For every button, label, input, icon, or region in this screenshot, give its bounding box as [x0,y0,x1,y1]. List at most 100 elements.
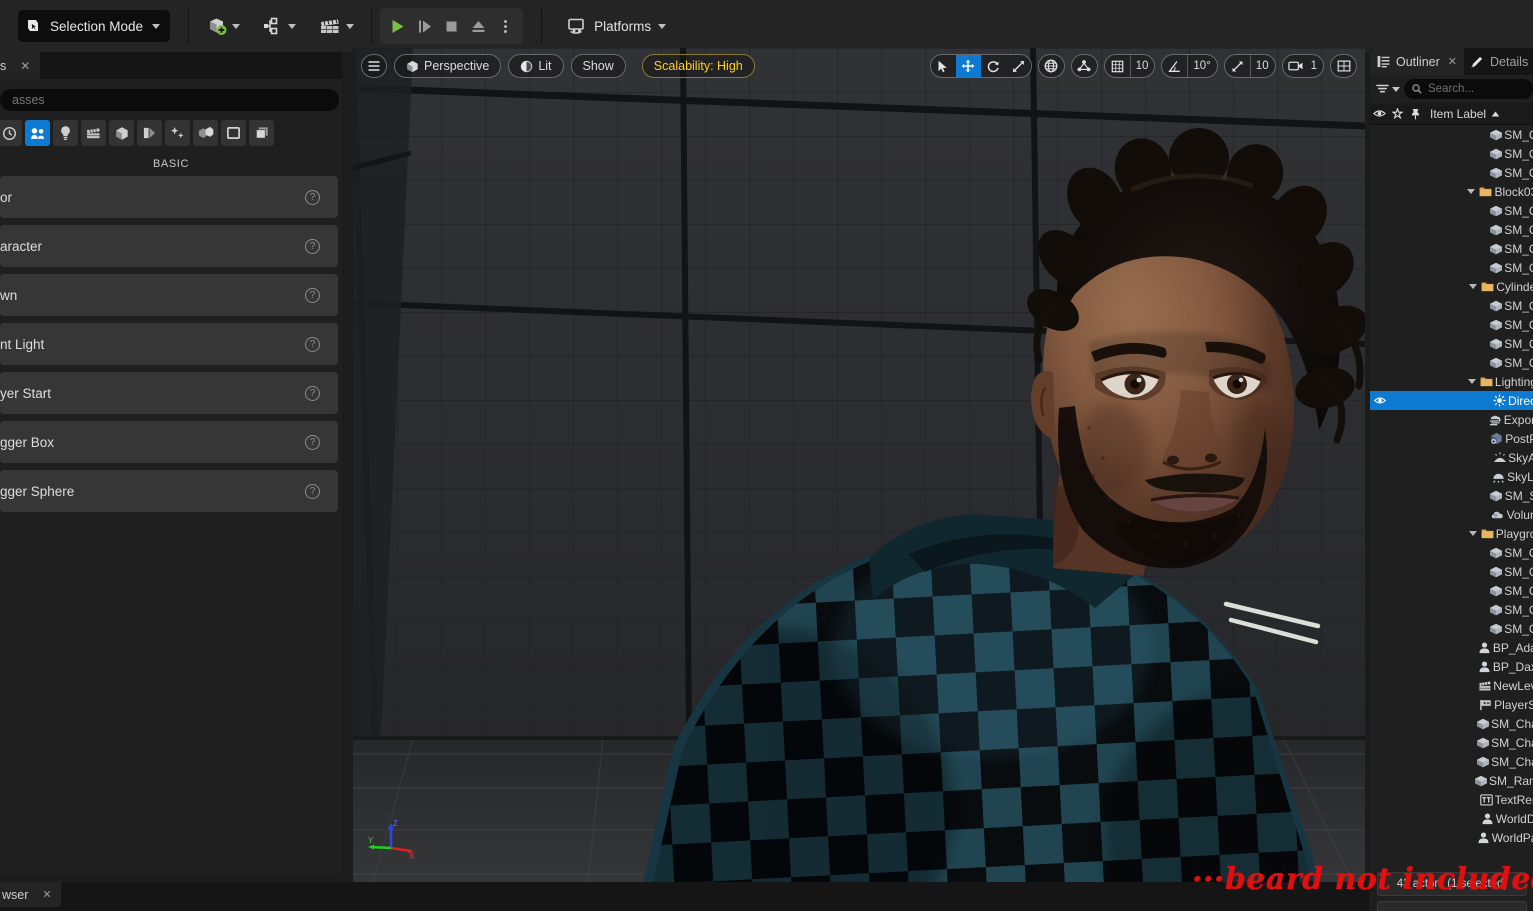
outliner-actor-row[interactable]: SM_C [1370,296,1533,315]
play-button[interactable] [384,11,411,41]
level-viewport[interactable]: Perspective Lit Show Scalability: High [353,48,1365,882]
outliner-actor-row[interactable]: BP_Dax [1370,657,1533,676]
expand-collapse-triangle-icon[interactable] [1469,284,1477,289]
surface-snapping-button[interactable] [1072,54,1097,78]
selection-mode-button[interactable]: Selection Mode [18,10,170,42]
tab-details[interactable]: Details [1464,48,1533,75]
pin-column-header[interactable] [1406,108,1424,120]
outliner-actor-row[interactable]: SM_C [1370,581,1533,600]
platforms-button[interactable]: Platforms [558,9,674,43]
outliner-actor-row[interactable]: SM_C [1370,163,1533,182]
outliner-actor-row[interactable]: SM_C [1370,239,1533,258]
place-item-pawn[interactable]: wn ? [0,274,338,316]
outliner-search-input[interactable]: Search... [1404,79,1533,99]
select-tool-button[interactable] [931,54,956,78]
outliner-actor-row[interactable]: SM_C [1370,619,1533,638]
place-item-trigger-box[interactable]: gger Box ? [0,421,338,463]
help-icon[interactable]: ? [305,337,320,352]
camera-speed-value[interactable]: 1 [1309,54,1323,78]
help-icon[interactable]: ? [305,484,320,499]
outliner-actor-row[interactable]: SM_C [1370,543,1533,562]
grid-snap-toggle[interactable] [1105,54,1130,78]
outliner-folder-row[interactable]: Cylinde [1370,277,1533,296]
help-icon[interactable]: ? [305,435,320,450]
visibility-toggle[interactable] [1370,396,1390,405]
show-flags-button[interactable]: Show [571,54,626,78]
outliner-actor-row[interactable]: SM_C [1370,125,1533,144]
outliner-actor-row[interactable]: SM_C [1370,334,1533,353]
angle-snap-value[interactable]: 10° [1187,54,1216,78]
place-item-point-light[interactable]: nt Light ? [0,323,338,365]
outliner-folder-row[interactable]: Block03 [1370,182,1533,201]
outliner-actor-row[interactable]: WorldD [1370,809,1533,828]
outliner-tree[interactable]: SM_CSM_CSM_CBlock03SM_CSM_CSM_CSM_CCylin… [1370,125,1533,847]
outliner-actor-row[interactable]: NewLev [1370,676,1533,695]
help-icon[interactable]: ? [305,386,320,401]
world-coords-button[interactable] [1039,54,1064,78]
category-lights[interactable] [53,120,78,146]
category-all-classes[interactable] [193,120,218,146]
favorite-column-header[interactable] [1388,108,1406,119]
item-label-column-header[interactable]: Item Label [1424,107,1500,121]
category-layers[interactable] [249,120,274,146]
scalability-button[interactable]: Scalability: High [642,54,755,78]
play-more-options-button[interactable] [492,11,519,41]
category-geometry[interactable] [137,120,162,146]
outliner-actor-row[interactable]: Expon [1370,410,1533,429]
tab-place-actors[interactable]: s ✕ [0,52,40,79]
outliner-actor-row[interactable]: SM_Cha [1370,752,1533,771]
visibility-column-header[interactable] [1370,109,1388,118]
place-item-trigger-sphere[interactable]: gger Sphere ? [0,470,338,512]
category-cinematic[interactable] [81,120,106,146]
grid-snap-value[interactable]: 10 [1130,54,1155,78]
outliner-actor-row[interactable]: PostP [1370,429,1533,448]
place-actors-search-input[interactable]: asses [0,89,339,111]
viewport-layout-button[interactable] [1331,54,1356,78]
outliner-actor-row[interactable]: SM_C [1370,258,1533,277]
place-item-empty-actor[interactable]: or ? [0,176,338,218]
outliner-actor-row[interactable]: SkyA [1370,448,1533,467]
category-recently-placed[interactable] [0,120,22,146]
outliner-actor-row[interactable]: SM_C [1370,144,1533,163]
outliner-actor-row[interactable]: SM_C [1370,600,1533,619]
cinematics-button[interactable] [313,9,359,43]
rotate-tool-button[interactable] [981,54,1006,78]
outliner-actor-row[interactable]: SkyLi [1370,467,1533,486]
help-icon[interactable]: ? [305,239,320,254]
outliner-actor-row[interactable]: SM_C [1370,315,1533,334]
outliner-actor-row[interactable]: SM_Cha [1370,714,1533,733]
outliner-actor-row[interactable]: PlayerS [1370,695,1533,714]
outliner-actor-row[interactable]: Direc [1370,391,1533,410]
category-visual-effects[interactable] [109,120,134,146]
close-icon[interactable]: ✕ [20,59,30,73]
outliner-actor-row[interactable]: SM_C [1370,220,1533,239]
help-icon[interactable]: ? [305,288,320,303]
scale-snap-value[interactable]: 10 [1250,54,1275,78]
camera-mode-button[interactable]: Perspective [394,54,501,78]
close-icon[interactable]: ✕ [42,888,51,901]
place-item-player-start[interactable]: yer Start ? [0,372,338,414]
tab-content-browser[interactable]: wser ✕ [0,882,61,907]
expand-collapse-triangle-icon[interactable] [1467,189,1475,194]
place-item-character[interactable]: aracter ? [0,225,338,267]
translate-tool-button[interactable] [956,54,981,78]
outliner-filter-button[interactable] [1376,84,1400,95]
camera-speed-toggle[interactable] [1283,54,1309,78]
tab-outliner[interactable]: Outliner ✕ [1370,48,1464,75]
outliner-actor-row[interactable]: SM_C [1370,562,1533,581]
outliner-folder-row[interactable]: Lighting [1370,372,1533,391]
outliner-actor-row[interactable]: WorldPa [1370,828,1533,847]
stop-button[interactable] [438,11,465,41]
outliner-actor-row[interactable]: Volun [1370,505,1533,524]
close-icon[interactable]: ✕ [1448,55,1457,68]
outliner-actor-row[interactable]: SM_S [1370,486,1533,505]
add-actor-button[interactable] [201,9,245,43]
viewport-options-button[interactable] [361,54,387,78]
outliner-actor-row[interactable]: SM_Ram [1370,771,1533,790]
skip-frame-button[interactable] [411,11,438,41]
category-panels[interactable] [221,120,246,146]
outliner-actor-row[interactable]: TextRer [1370,790,1533,809]
category-volumes[interactable] [165,120,190,146]
angle-snap-toggle[interactable] [1162,54,1187,78]
outliner-actor-row[interactable]: SM_C [1370,201,1533,220]
